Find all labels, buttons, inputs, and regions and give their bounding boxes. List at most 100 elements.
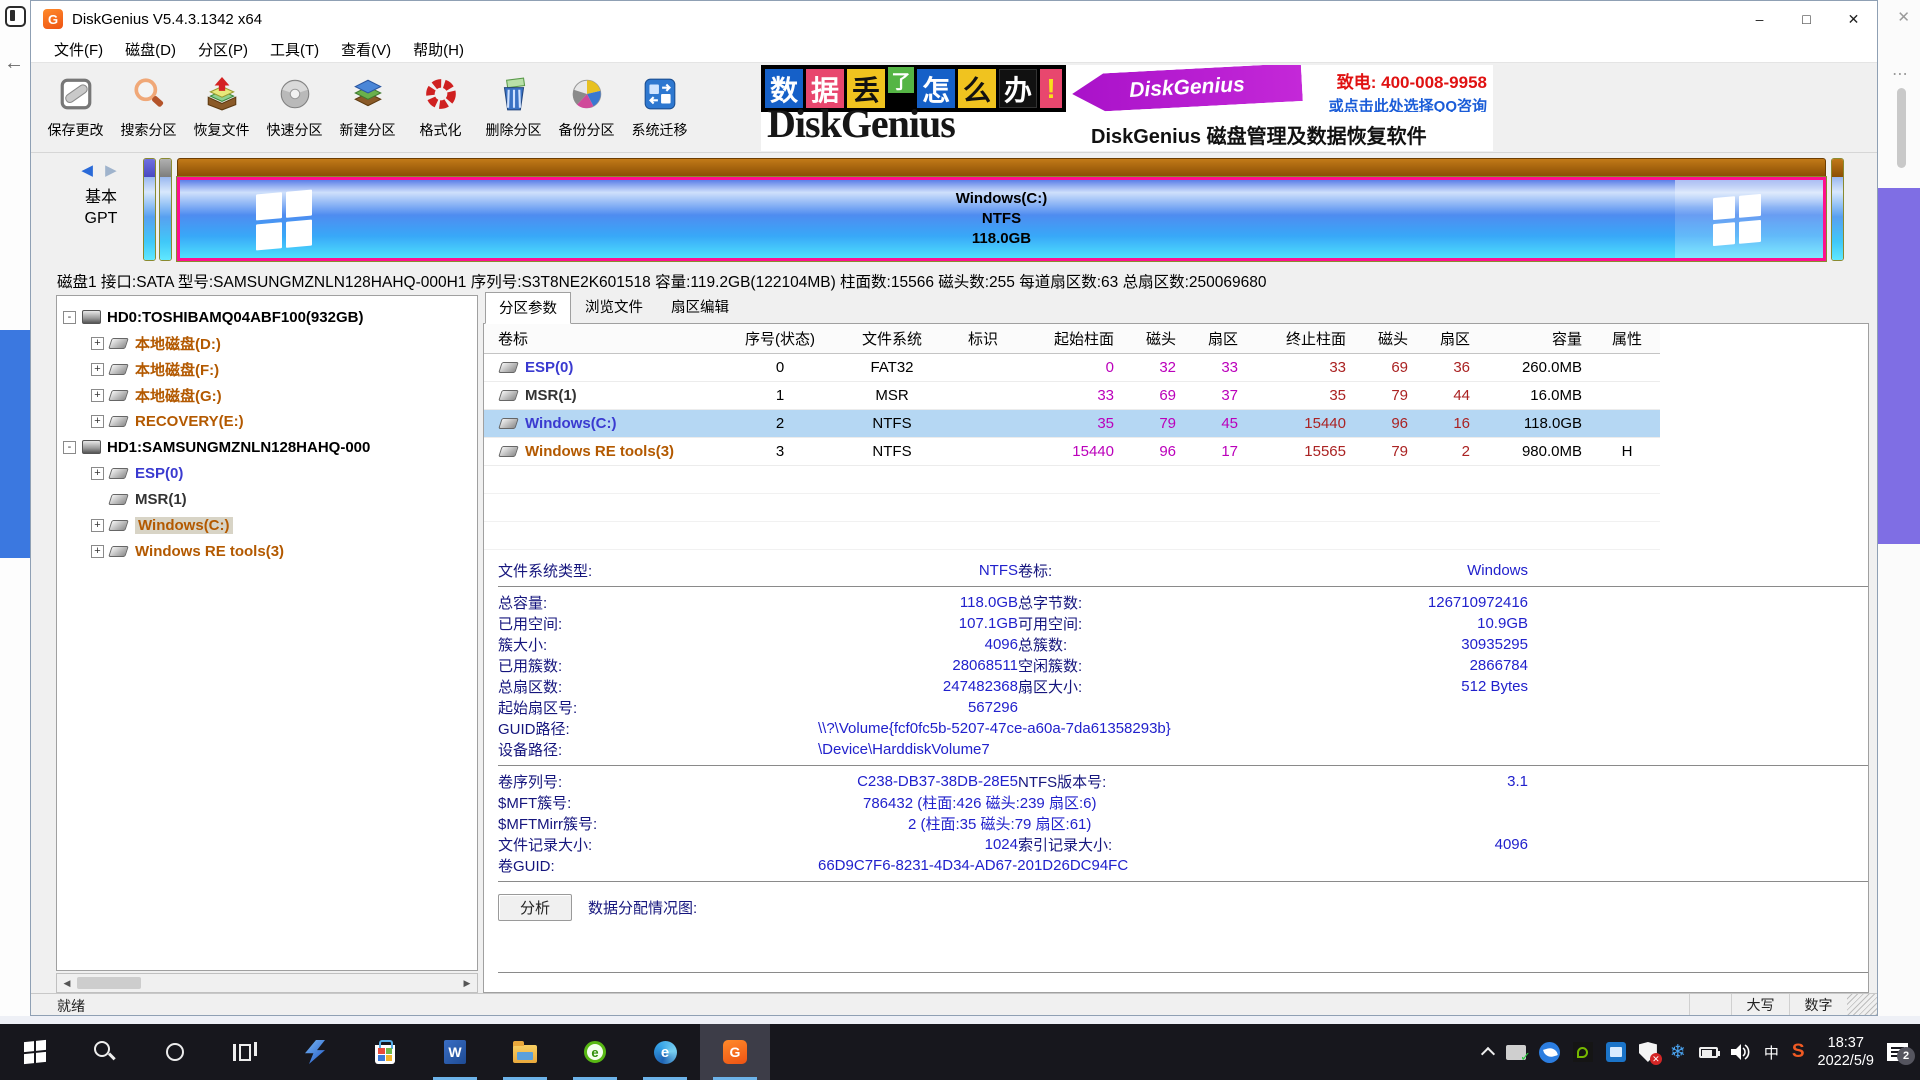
close-button[interactable]: ✕ [1830, 1, 1877, 37]
scrollbar-thumb[interactable] [77, 977, 141, 989]
collapse-icon[interactable]: - [63, 311, 76, 324]
menu-file[interactable]: 文件(F) [43, 37, 114, 62]
menu-view[interactable]: 查看(V) [330, 37, 402, 62]
menu-help[interactable]: 帮助(H) [402, 37, 475, 62]
collapse-icon[interactable]: - [63, 441, 76, 454]
nvidia-tray-icon[interactable] [1573, 1042, 1593, 1062]
expand-icon[interactable]: + [91, 363, 104, 376]
tree-item-local-f[interactable]: + 本地磁盘(F:) [57, 356, 477, 382]
ime-indicator[interactable]: 中 [1764, 1042, 1779, 1063]
tree-item-windows-c[interactable]: + Windows(C:) [57, 512, 477, 538]
intel-graphics-tray-icon[interactable] [1606, 1042, 1626, 1062]
system-migration-button[interactable]: 系统迁移 [623, 68, 696, 148]
tree-item-recovery-e[interactable]: + RECOVERY(E:) [57, 408, 477, 434]
caps-indicator: 大写 [1731, 994, 1789, 1016]
partition-bar-windows-c[interactable]: Windows(C:) NTFS 118.0GB [177, 158, 1826, 261]
desktop-strip-right [1878, 188, 1920, 544]
tray-expand-icon[interactable] [1481, 1047, 1495, 1061]
printer-tray-icon[interactable] [1506, 1045, 1526, 1060]
word-button[interactable]: W [420, 1024, 490, 1080]
tree-item-esp[interactable]: + ESP(0) [57, 460, 477, 486]
tree-item-msr[interactable]: MSR(1) [57, 486, 477, 512]
snowflake-tray-icon[interactable]: ❄ [1670, 1041, 1686, 1064]
battery-icon[interactable] [1699, 1047, 1718, 1058]
task-view-button[interactable] [210, 1024, 280, 1080]
scroll-right-button[interactable]: ▶ [457, 974, 477, 992]
diskgenius-window: G DiskGenius V5.4.3.1342 x64 – □ ✕ 文件(F)… [30, 0, 1878, 1016]
recover-files-button[interactable]: 恢复文件 [185, 68, 258, 148]
menu-partition[interactable]: 分区(P) [187, 37, 259, 62]
table-empty-row [484, 466, 1660, 494]
notification-center-icon[interactable]: 2 [1887, 1043, 1908, 1061]
partition-icon [498, 418, 519, 429]
ad-banner[interactable]: 数 据 丢 了 怎 么 办 ! DiskGenius 致电: 400-008-9… [761, 65, 1493, 151]
table-row-msr[interactable]: MSR(1) 1 MSR 33 69 37 35 79 44 16.0MB [484, 382, 1660, 410]
cortana-icon [166, 1043, 184, 1061]
tab-sector-edit[interactable]: 扇区编辑 [657, 291, 743, 323]
partition-fs: NTFS [982, 209, 1021, 229]
volume-icon[interactable] [1731, 1044, 1751, 1060]
partition-bar-esp[interactable] [143, 158, 156, 261]
expand-icon[interactable]: + [91, 415, 104, 428]
background-close-icon: ✕ [1897, 8, 1910, 26]
quick-partition-button[interactable]: 快速分区 [258, 68, 331, 148]
partition-bar-msr[interactable] [159, 158, 172, 261]
table-row-windows-c[interactable]: Windows(C:) 2 NTFS 35 79 45 15440 96 16 … [484, 410, 1660, 438]
tree-item-hd1[interactable]: - HD1:SAMSUNGMZNLN128HAHQ-000 [57, 434, 477, 460]
new-partition-button[interactable]: 新建分区 [331, 68, 404, 148]
defender-tray-icon[interactable]: ✕ [1639, 1042, 1657, 1062]
taskbar-search-button[interactable] [70, 1024, 140, 1080]
prev-disk-arrow[interactable]: ◀ [81, 162, 97, 179]
store-button[interactable] [350, 1024, 420, 1080]
tree-item-local-g[interactable]: + 本地磁盘(G:) [57, 382, 477, 408]
next-disk-arrow[interactable]: ▶ [105, 162, 121, 179]
taskbar-clock[interactable]: 18:37 2022/5/9 [1818, 1034, 1874, 1070]
minimize-button[interactable]: – [1736, 1, 1783, 37]
app-icon: G [43, 9, 63, 29]
background-window-left: ← [0, 0, 30, 1016]
sogou-tray-icon[interactable]: S [1792, 1041, 1805, 1063]
resize-grip[interactable] [1847, 994, 1877, 1016]
table-row-windows-re[interactable]: Windows RE tools(3) 3 NTFS 15440 96 17 1… [484, 438, 1660, 466]
tree-item-local-d[interactable]: + 本地磁盘(D:) [57, 330, 477, 356]
expand-icon[interactable]: + [91, 337, 104, 350]
browser-360-button[interactable]: e [560, 1024, 630, 1080]
status-text: 就绪 [31, 996, 85, 1016]
tree-item-hd0[interactable]: - HD0:TOSHIBAMQ04ABF100(932GB) [57, 304, 477, 330]
diskgenius-taskbar-button[interactable]: G [700, 1024, 770, 1080]
table-row-esp[interactable]: ESP(0) 0 FAT32 0 32 33 33 69 36 260.0MB [484, 354, 1660, 382]
file-explorer-button[interactable] [490, 1024, 560, 1080]
expand-icon[interactable]: + [91, 545, 104, 558]
flash-app-button[interactable] [280, 1024, 350, 1080]
format-ring-icon [423, 76, 459, 117]
expand-icon[interactable]: + [91, 389, 104, 402]
menu-disk[interactable]: 磁盘(D) [114, 37, 187, 62]
back-arrow-icon: ← [4, 52, 24, 75]
layers-icon [350, 76, 386, 117]
banner-ribbon: DiskGenius [1071, 65, 1303, 113]
cortana-button[interactable] [140, 1024, 210, 1080]
scroll-left-button[interactable]: ◀ [57, 974, 77, 992]
numlock-indicator: 数字 [1789, 994, 1847, 1016]
search-partition-button[interactable]: 搜索分区 [112, 68, 185, 148]
menu-tools[interactable]: 工具(T) [259, 37, 330, 62]
save-changes-button[interactable]: 保存更改 [39, 68, 112, 148]
tree-item-windows-re[interactable]: + Windows RE tools(3) [57, 538, 477, 564]
expand-icon[interactable]: + [91, 519, 104, 532]
partition-bar-re-tools[interactable] [1831, 158, 1844, 261]
expand-icon[interactable]: + [91, 467, 104, 480]
tab-browse-files[interactable]: 浏览文件 [571, 291, 657, 323]
tree-horizontal-scrollbar[interactable]: ◀ ▶ [56, 973, 478, 993]
tab-partition-params[interactable]: 分区参数 [485, 292, 571, 324]
format-button[interactable]: 格式化 [404, 68, 477, 148]
backup-partition-button[interactable]: 备份分区 [550, 68, 623, 148]
edge-button[interactable]: e [630, 1024, 700, 1080]
recover-files-icon [204, 76, 240, 117]
analyze-button[interactable]: 分析 [498, 894, 572, 921]
partition-size: 118.0GB [972, 229, 1031, 249]
thunder-tray-icon[interactable] [1539, 1042, 1560, 1063]
start-button[interactable] [0, 1024, 70, 1080]
notification-badge: 2 [1897, 1047, 1915, 1065]
maximize-button[interactable]: □ [1783, 1, 1830, 37]
delete-partition-button[interactable]: 删除分区 [477, 68, 550, 148]
